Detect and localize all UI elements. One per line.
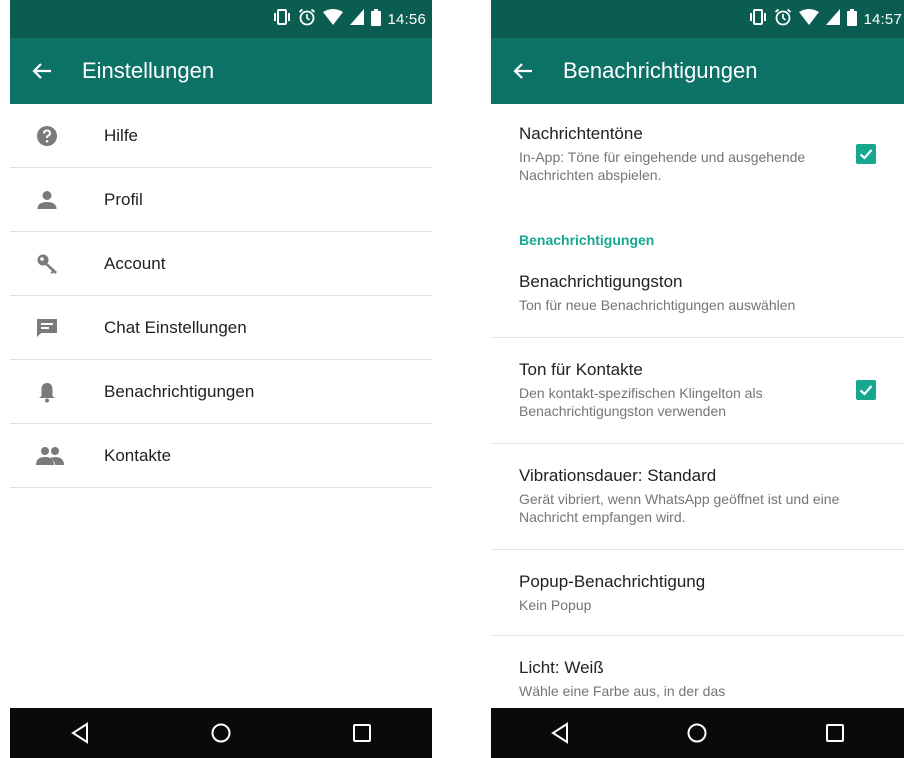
settings-item-label: Benachrichtigungen	[104, 381, 255, 401]
pref-popup[interactable]: Popup-Benachrichtigung Kein Popup	[491, 550, 904, 636]
navigation-bar	[10, 708, 432, 758]
nav-back-button[interactable]	[50, 708, 110, 758]
nav-recents-button[interactable]	[805, 708, 865, 758]
pref-title: Nachrichtentöne	[519, 124, 643, 143]
settings-item-notifications[interactable]: Benachrichtigungen	[10, 360, 432, 424]
pref-contact-tone[interactable]: Ton für Kontakte Den kontakt-spezifische…	[491, 338, 904, 444]
pref-summary: Gerät vibriert, wenn WhatsApp geöffnet i…	[519, 491, 840, 525]
category-header: Benachrichtigungen	[519, 232, 655, 248]
nav-back-button[interactable]	[530, 708, 590, 758]
settings-item-chat[interactable]: Chat Einstellungen	[10, 296, 432, 360]
settings-screen: 14:56 Einstellungen Hilfe Profil Account	[10, 0, 432, 758]
recents-square-icon	[352, 724, 371, 742]
settings-item-help[interactable]: Hilfe	[10, 104, 432, 168]
battery-icon	[371, 8, 382, 30]
back-triangle-icon	[550, 722, 568, 744]
nav-home-button[interactable]	[191, 708, 251, 758]
vibrate-icon	[749, 9, 767, 29]
pref-summary: Ton für neue Benachrichtigungen auswähle…	[519, 297, 796, 313]
recents-square-icon	[826, 724, 845, 742]
settings-item-label: Profil	[104, 189, 143, 209]
bell-icon	[10, 381, 104, 403]
pref-notification-tone[interactable]: Benachrichtigungston Ton für neue Benach…	[491, 272, 904, 338]
arrow-left-icon	[513, 63, 532, 79]
signal-icon	[350, 9, 365, 29]
signal-icon	[826, 9, 841, 29]
nav-recents-button[interactable]	[332, 708, 392, 758]
settings-item-label: Chat Einstellungen	[104, 317, 247, 337]
settings-item-label: Kontakte	[104, 445, 172, 465]
chat-icon	[10, 318, 104, 338]
settings-item-contacts[interactable]: Kontakte	[10, 424, 432, 488]
pref-title: Ton für Kontakte	[519, 360, 643, 379]
status-bar: 14:56	[10, 0, 432, 38]
wifi-icon	[799, 9, 820, 29]
wifi-icon	[323, 9, 344, 29]
page-title: Einstellungen	[82, 58, 215, 83]
pref-title: Licht: Weiß	[519, 658, 604, 677]
pref-title: Benachrichtigungston	[519, 272, 683, 291]
home-circle-icon	[211, 723, 231, 743]
key-icon	[10, 253, 104, 275]
home-circle-icon	[687, 723, 707, 743]
back-triangle-icon	[71, 722, 89, 744]
settings-item-label: Account	[104, 253, 166, 273]
settings-item-account[interactable]: Account	[10, 232, 432, 296]
alarm-icon	[774, 8, 792, 30]
alarm-icon	[298, 8, 316, 30]
settings-item-profile[interactable]: Profil	[10, 168, 432, 232]
checkmark-icon	[859, 385, 873, 396]
pref-summary: Wähle eine Farbe aus, in der das	[519, 683, 726, 699]
contact-tone-checkbox[interactable]	[856, 380, 876, 400]
vibrate-icon	[273, 9, 291, 29]
nav-home-button[interactable]	[667, 708, 727, 758]
pref-title: Popup-Benachrichtigung	[519, 572, 706, 591]
pref-light[interactable]: Licht: Weiß Wähle eine Farbe aus, in der…	[491, 636, 904, 708]
app-toolbar: Benachrichtigungen	[491, 38, 904, 104]
status-bar: 14:57	[491, 0, 904, 38]
pref-summary: Den kontakt-spezifischen Klingelton als …	[519, 385, 763, 419]
settings-item-label: Hilfe	[104, 125, 139, 145]
message-tones-checkbox[interactable]	[856, 144, 876, 164]
settings-list: Hilfe Profil Account Chat Einstellungen …	[10, 104, 432, 488]
pref-summary: In-App: Töne für eingehende und ausgehen…	[519, 149, 806, 183]
navigation-bar	[491, 708, 904, 758]
checkmark-icon	[859, 149, 873, 160]
help-icon	[10, 125, 104, 147]
pref-title: Vibrationsdauer: Standard	[519, 466, 717, 485]
app-toolbar: Einstellungen	[10, 38, 432, 104]
pref-summary: Kein Popup	[519, 597, 592, 613]
back-button[interactable]	[491, 38, 555, 104]
group-icon	[10, 446, 104, 466]
page-title: Benachrichtigungen	[563, 58, 758, 83]
back-button[interactable]	[10, 38, 74, 104]
notifications-screen: 14:57 Benachrichtigungen Nachrichtentöne…	[491, 0, 904, 758]
person-icon	[10, 189, 104, 211]
arrow-left-icon	[32, 63, 51, 79]
status-time: 14:57	[863, 10, 902, 28]
pref-message-tones[interactable]: Nachrichtentöne In-App: Töne für eingehe…	[491, 124, 904, 204]
notification-settings-list: Nachrichtentöne In-App: Töne für eingehe…	[491, 104, 904, 708]
pref-vibration[interactable]: Vibrationsdauer: Standard Gerät vibriert…	[491, 444, 904, 550]
battery-icon	[847, 8, 858, 30]
status-time: 14:56	[387, 10, 426, 28]
